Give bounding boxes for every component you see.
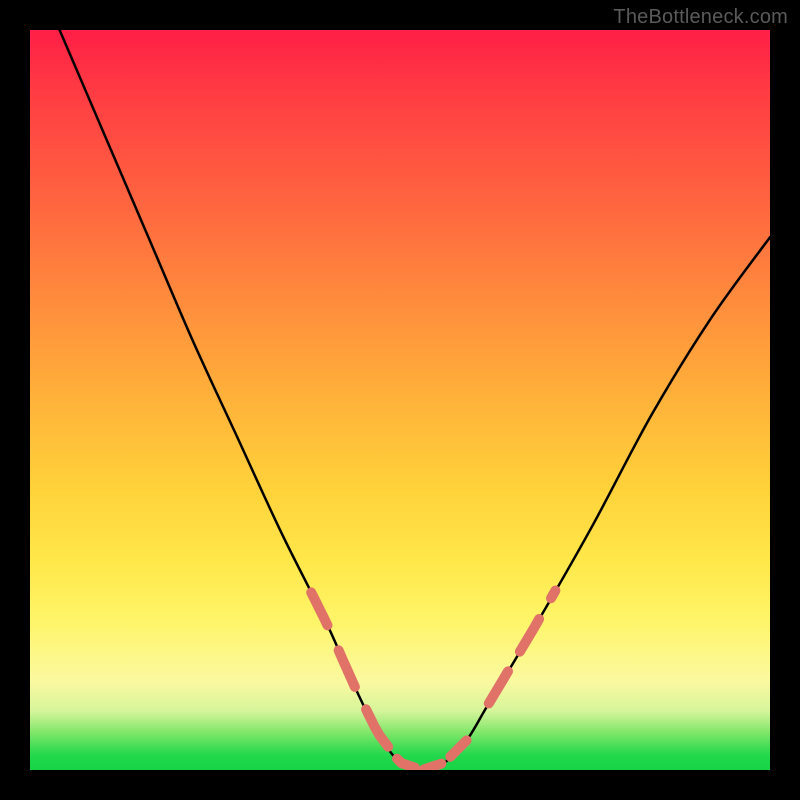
gradient-plot-area bbox=[30, 30, 770, 770]
watermark-label: TheBottleneck.com bbox=[613, 6, 788, 29]
bottleneck-curve-chart bbox=[30, 30, 770, 770]
curve-main bbox=[60, 30, 770, 770]
curve-marker-bottom bbox=[370, 718, 466, 769]
